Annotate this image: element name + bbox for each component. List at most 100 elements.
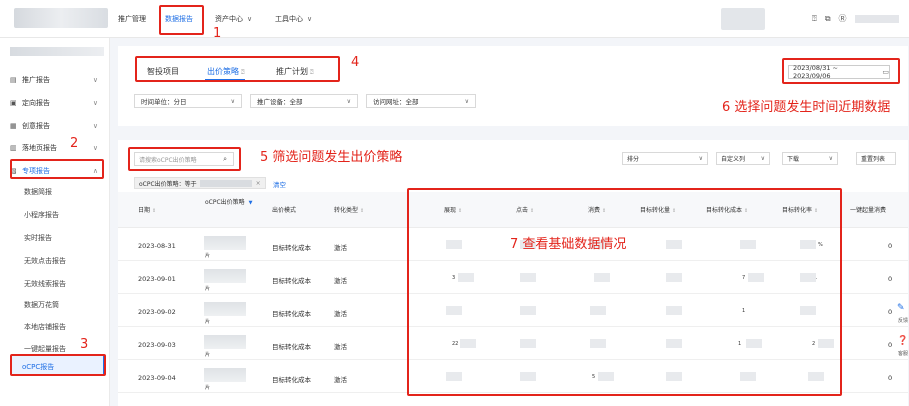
help-icon[interactable]: ❓ [897, 336, 908, 346]
annotation-label-3: 3 [80, 337, 89, 352]
chevron-down-icon: ∨ [92, 144, 98, 152]
close-icon[interactable]: × [256, 180, 261, 187]
cell-date: 2023-09-04 [138, 374, 176, 382]
cell-strategy-tail: 片 [205, 253, 211, 259]
file-icon: ▣ [10, 99, 17, 107]
cell-bid-mode: 目标转化成本 [272, 310, 311, 318]
download-button[interactable]: 下载 ∨ [782, 152, 838, 165]
cell-boost-spend: 0 [888, 275, 893, 283]
cell-conversion-type: 激活 [334, 277, 347, 285]
cell-date: 2023-09-03 [138, 341, 176, 349]
annotation-box-7 [407, 188, 842, 396]
grade-select[interactable]: 排分 ∨ [622, 152, 708, 165]
cell-strategy-blurred [204, 269, 246, 283]
custom-columns-button[interactable]: 自定义列 ∨ [716, 152, 770, 165]
nav-tool-center[interactable]: 工具中心 ∨ [275, 0, 312, 38]
annotation-box-5 [128, 147, 241, 171]
annotation-label-1: 1 [213, 26, 222, 41]
cell-strategy-tail: 片 [205, 385, 211, 391]
cell-conversion-type: 激活 [334, 376, 347, 384]
sidebar-item-landing-page-report[interactable]: ▥ 落地页报告 ∨ [10, 140, 104, 156]
cell-date: 2023-08-31 [138, 242, 176, 250]
chevron-down-icon: ∨ [698, 155, 703, 162]
cell-bid-mode: 目标转化成本 [272, 277, 311, 285]
th-one-click-boost-spend[interactable]: 一键起量消费 [850, 205, 886, 214]
sidebar-sub-one-click-boost[interactable]: 一键起量报告 [24, 344, 66, 354]
reset-list-button[interactable]: 重置列表 [856, 152, 896, 165]
chevron-down-icon: ∨ [346, 97, 351, 105]
cell-bid-mode: 目标转化成本 [272, 376, 311, 384]
cell-boost-spend: 0 [888, 308, 893, 316]
th-ocpc-strategy[interactable]: oCPC出价策略 ▼ [205, 199, 257, 207]
chevron-down-icon: ∨ [92, 99, 98, 107]
sidebar-sub-realtime[interactable]: 实时报告 [24, 233, 52, 243]
user-icon[interactable]: Ⓡ [839, 13, 847, 24]
cell-bid-mode: 目标转化成本 [272, 244, 311, 252]
sidebar-item-creative-report[interactable]: ▦ 创意报告 ∨ [10, 118, 104, 134]
th-conversion-type[interactable]: 转化类型 ⇕ [334, 205, 364, 214]
cell-boost-spend: 0 [888, 374, 893, 382]
nav-promotion-management[interactable]: 推广管理 [118, 0, 146, 38]
filter-tag-value [199, 179, 252, 187]
filter-tag: oCPC出价策略：等于 × [134, 177, 266, 189]
chevron-down-icon: ∨ [828, 155, 833, 162]
time-unit-select[interactable]: 时间单位：分日 ∨ [134, 94, 242, 108]
th-date[interactable]: 日期 ⇕ [138, 205, 156, 214]
clear-filter-link[interactable]: 清空 [273, 179, 286, 189]
page-icon: ▥ [10, 144, 17, 152]
annotation-label-5: 5 筛选问题发生出价策略 [260, 150, 403, 165]
annotation-box-6 [782, 58, 900, 84]
sidebar-sub-kaleidoscope[interactable]: 数据万花筒 [24, 300, 59, 310]
annotation-box-2 [10, 159, 104, 179]
annotation-box-3 [10, 354, 106, 376]
annotation-label-7: 7 查看基础数据情况 [510, 237, 627, 252]
image-icon: ▦ [10, 122, 17, 130]
cell-conversion-type: 激活 [334, 310, 347, 318]
annotation-box-1 [159, 5, 204, 35]
cell-conversion-type: 激活 [334, 244, 347, 252]
account-avatar[interactable] [721, 8, 765, 30]
cell-strategy-tail: 片 [205, 352, 211, 358]
copy-icon[interactable]: ⧉ [825, 14, 831, 24]
sidebar-sub-mini-program[interactable]: 小程序报告 [24, 210, 59, 220]
sort-icon: ⇕ [152, 208, 157, 214]
cell-conversion-type: 激活 [334, 343, 347, 351]
cell-strategy-blurred [204, 236, 246, 250]
account-selector[interactable] [10, 47, 104, 56]
sidebar-sub-invalid-lead[interactable]: 无效线索报告 [24, 279, 66, 289]
cell-strategy-blurred [204, 335, 246, 349]
sidebar-item-promotion-report[interactable]: ▤ 推广报告 ∨ [10, 72, 104, 88]
sidebar-sub-local-store[interactable]: 本地店铺报告 [24, 322, 66, 332]
annotation-label-2: 2 [70, 136, 79, 151]
cell-date: 2023-09-01 [138, 275, 176, 283]
sidebar-sub-invalid-click[interactable]: 无效点击报告 [24, 256, 66, 266]
cell-date: 2023-09-02 [138, 308, 176, 316]
chevron-down-icon: ∨ [92, 122, 98, 130]
filter-icon[interactable]: ▼ [249, 200, 253, 206]
feedback-icon[interactable]: ✎ [897, 303, 905, 313]
chevron-down-icon: ∨ [247, 15, 253, 23]
user-name[interactable] [854, 14, 899, 23]
cell-strategy-blurred [204, 302, 246, 316]
sidebar-sub-data-brief[interactable]: 数据简报 [24, 187, 52, 197]
chart-icon: ▤ [10, 76, 17, 84]
sidebar-item-targeting-report[interactable]: ▣ 定向报告 ∨ [10, 95, 104, 111]
help-label[interactable]: 客服 [898, 350, 908, 357]
chevron-down-icon: ∨ [307, 15, 313, 23]
chevron-down-icon: ∨ [464, 97, 469, 105]
url-select[interactable]: 访问网址：全部 ∨ [366, 94, 476, 108]
th-bid-mode[interactable]: 出价模式 [272, 205, 296, 214]
feedback-label[interactable]: 反馈 [898, 317, 908, 324]
cell-boost-spend: 0 [888, 341, 893, 349]
chevron-down-icon: ∨ [230, 97, 235, 105]
question-icon[interactable]: ⍰ [812, 14, 817, 24]
top-icons: ⍰ ⧉ Ⓡ [812, 13, 899, 24]
logo [14, 8, 108, 28]
cell-bid-mode: 目标转化成本 [272, 343, 311, 351]
annotation-box-4 [135, 56, 340, 82]
device-select[interactable]: 推广设备：全部 ∨ [250, 94, 358, 108]
chevron-down-icon: ∨ [760, 155, 765, 162]
cell-strategy-tail: 片 [205, 319, 211, 325]
sort-icon: ⇕ [360, 208, 365, 214]
annotation-label-4: 4 [351, 55, 360, 70]
